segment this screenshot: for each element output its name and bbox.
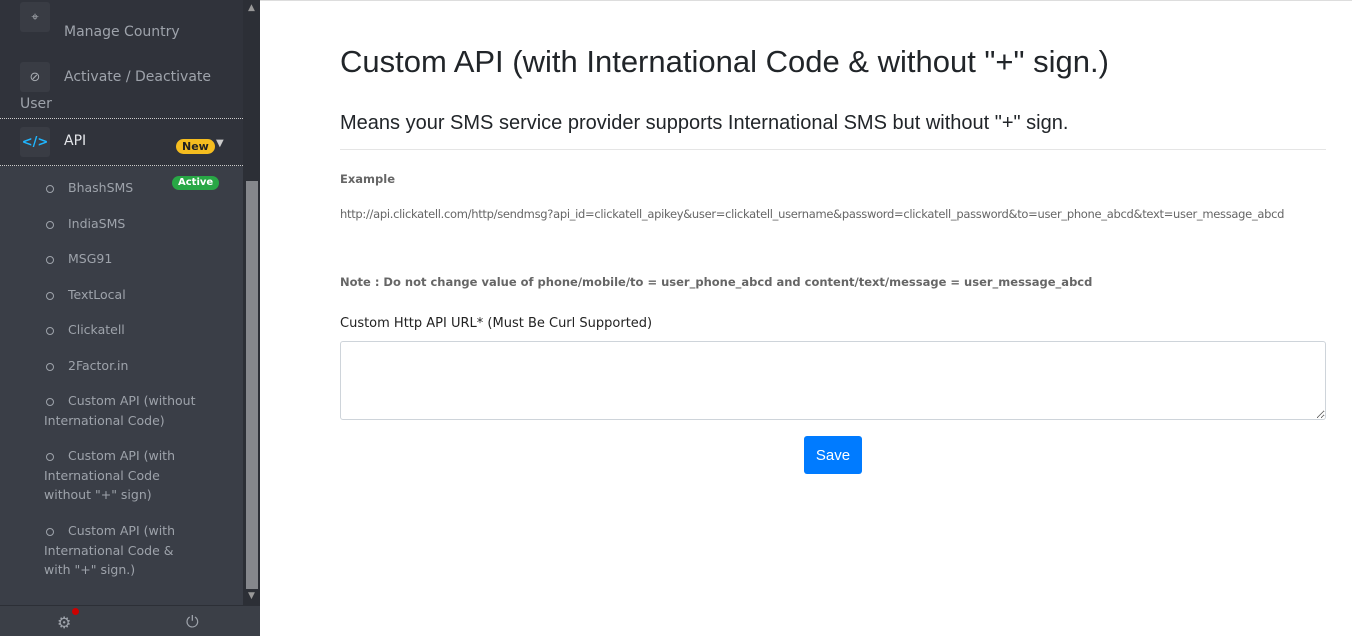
submenu-label: Custom API (without International Code) bbox=[44, 393, 196, 428]
gear-icon[interactable]: ⚙ bbox=[57, 613, 71, 632]
submenu-label: Custom API (with International Code & wi… bbox=[44, 523, 176, 577]
circle-icon bbox=[46, 397, 54, 406]
scrollbar-thumb[interactable] bbox=[246, 181, 258, 589]
circle-icon bbox=[46, 220, 54, 229]
page-subtitle: Means your SMS service provider supports… bbox=[340, 112, 1326, 150]
submenu-label: 2Factor.in bbox=[68, 358, 129, 373]
submenu-label: BhashSMS bbox=[68, 180, 134, 195]
top-border bbox=[260, 0, 1352, 1]
new-badge: New bbox=[176, 139, 215, 154]
submenu-item-msg91[interactable]: MSG91 bbox=[0, 249, 243, 285]
submenu-item-custom-api-intl-with-plus[interactable]: Custom API (with International Code & wi… bbox=[0, 521, 243, 581]
submenu-item-indiasms[interactable]: IndiaSMS bbox=[0, 214, 243, 249]
code-icon: </> bbox=[20, 127, 50, 157]
submenu-label: TextLocal bbox=[68, 287, 126, 302]
sidebar-footer: ⚙ ⏻ bbox=[0, 605, 260, 636]
note-text: Note : Do not change value of phone/mobi… bbox=[340, 275, 1093, 289]
chevron-down-icon[interactable]: ▼ bbox=[216, 138, 224, 149]
scroll-down-icon[interactable]: ▼ bbox=[243, 588, 260, 605]
notification-dot bbox=[72, 608, 79, 615]
example-label: Example bbox=[340, 172, 395, 186]
submenu-item-clickatell[interactable]: Clickatell bbox=[0, 320, 243, 356]
sidebar-item-label: Activate / Deactivate bbox=[64, 69, 212, 85]
custom-url-label: Custom Http API URL* (Must Be Curl Suppo… bbox=[340, 316, 653, 331]
sidebar-item-label-cont: User bbox=[20, 96, 52, 112]
sidebar-menu: ⌖ Manage Country ⊘ Activate / Deactivate… bbox=[0, 0, 243, 605]
sidebar-item-manage-country[interactable]: ⌖ Manage Country bbox=[0, 0, 243, 46]
page-title: Custom API (with International Code & wi… bbox=[340, 44, 1109, 79]
submenu-item-custom-api-without-intl[interactable]: Custom API (without International Code) bbox=[0, 391, 243, 446]
power-icon[interactable]: ⏻ bbox=[186, 612, 199, 632]
submenu-label: Custom API (with International Code with… bbox=[44, 448, 176, 502]
crosshair-icon: ⌖ bbox=[20, 2, 50, 32]
custom-url-input[interactable] bbox=[340, 341, 1326, 420]
circle-icon bbox=[46, 184, 54, 193]
sidebar-item-label: API bbox=[64, 133, 87, 149]
active-badge: Active bbox=[172, 176, 220, 190]
circle-icon bbox=[46, 527, 54, 536]
sidebar-item-label: Manage Country bbox=[64, 24, 180, 40]
circle-icon bbox=[46, 291, 54, 300]
save-button[interactable]: Save bbox=[804, 436, 862, 474]
ban-icon: ⊘ bbox=[20, 62, 50, 92]
circle-icon bbox=[46, 255, 54, 264]
sidebar-item-activate-deactivate-user[interactable]: ⊘ Activate / Deactivate User bbox=[0, 46, 243, 118]
submenu-label: MSG91 bbox=[68, 251, 113, 266]
circle-icon bbox=[46, 326, 54, 335]
submenu-item-2factor[interactable]: 2Factor.in bbox=[0, 356, 243, 391]
submenu-item-bhashsms[interactable]: BhashSMS Active bbox=[0, 176, 243, 214]
submenu-item-custom-api-intl-without-plus[interactable]: Custom API (with International Code with… bbox=[0, 446, 243, 521]
submenu-label: Clickatell bbox=[68, 322, 125, 337]
scroll-up-icon[interactable]: ▲ bbox=[243, 0, 260, 17]
submenu-item-textlocal[interactable]: TextLocal bbox=[0, 285, 243, 320]
circle-icon bbox=[46, 452, 54, 461]
circle-icon bbox=[46, 362, 54, 371]
submenu-label: IndiaSMS bbox=[68, 216, 126, 231]
example-url: http://api.clickatell.com/http/sendmsg?a… bbox=[340, 207, 1285, 221]
sidebar: ⌖ Manage Country ⊘ Activate / Deactivate… bbox=[0, 0, 260, 636]
